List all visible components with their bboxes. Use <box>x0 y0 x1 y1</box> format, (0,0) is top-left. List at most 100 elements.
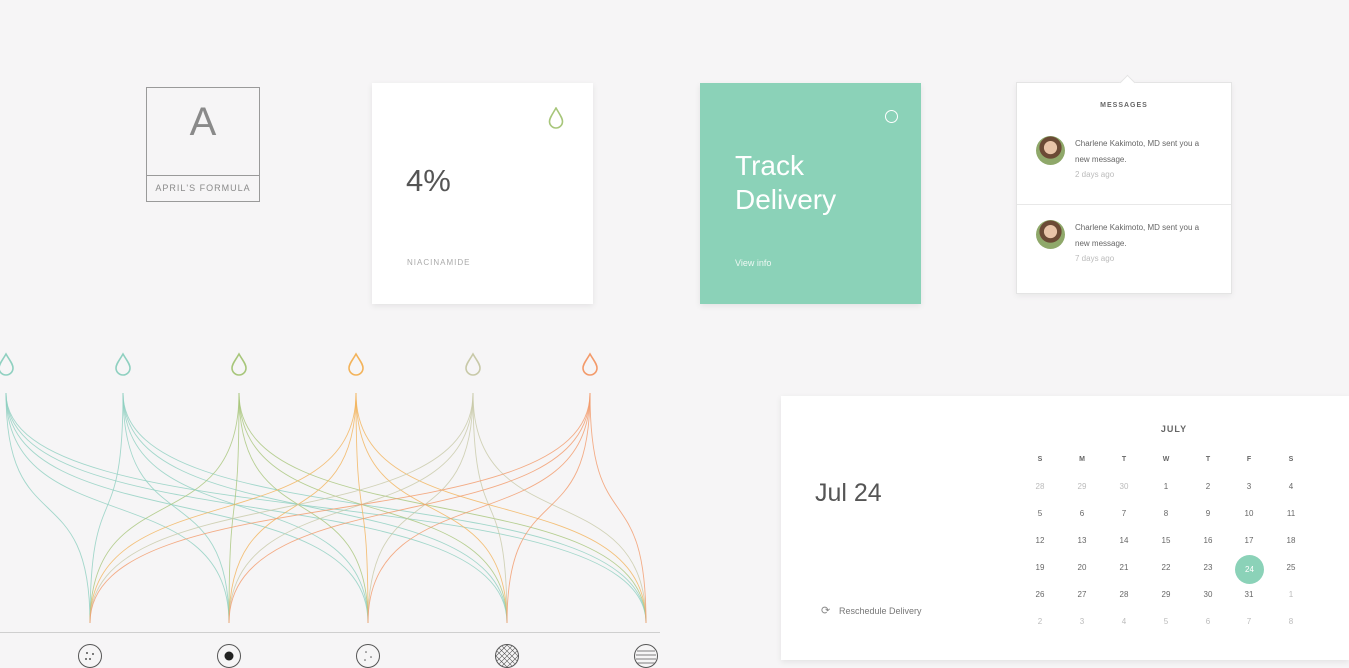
calendar-day[interactable]: 10 <box>1234 504 1264 524</box>
calendar-day[interactable]: 5 <box>1151 612 1181 632</box>
weekday-header: M <box>1079 456 1085 463</box>
calendar-day[interactable]: 7 <box>1109 504 1139 524</box>
connection-curve <box>122 392 369 624</box>
weekday-header: W <box>1162 456 1170 463</box>
calendar-day[interactable]: 2 <box>1025 612 1055 632</box>
drop-icon <box>582 352 598 376</box>
calendar-day[interactable]: 8 <box>1151 504 1181 524</box>
logo-caption: APRIL'S FORMULA <box>155 183 251 193</box>
message-item[interactable]: Charlene Kakimoto, MD sent you a new mes… <box>1017 220 1231 302</box>
calendar-month: JULY <box>1160 424 1188 434</box>
weekday-header: S <box>1037 456 1043 463</box>
refresh-icon: ⟳ <box>821 605 831 617</box>
calendar-day[interactable]: 19 <box>1025 558 1055 578</box>
drop-icon <box>115 352 131 376</box>
connection-curve <box>89 392 474 624</box>
messages-heading: MESSAGES <box>1100 102 1148 109</box>
calendar-day[interactable]: 16 <box>1193 531 1223 551</box>
calendar-day[interactable]: 14 <box>1109 531 1139 551</box>
dropdown-caret <box>1119 74 1136 91</box>
drop-icon <box>548 107 564 129</box>
message-text: Charlene Kakimoto, MD sent you a new mes… <box>1075 223 1200 248</box>
calendar-day[interactable]: 23 <box>1193 558 1223 578</box>
weekday-header: T <box>1205 456 1211 463</box>
calendar-day[interactable]: 21 <box>1109 558 1139 578</box>
baseline-divider <box>0 632 660 633</box>
ingredient-card[interactable]: 4% NIACINAMIDE <box>372 83 593 304</box>
calendar-day[interactable]: 28 <box>1109 585 1139 605</box>
calendar-day[interactable]: 7 <box>1234 612 1264 632</box>
logo-letter: A <box>189 100 217 144</box>
connection-curve <box>122 392 508 624</box>
target-icon <box>217 644 241 668</box>
message-time: 2 days ago <box>1075 170 1115 179</box>
calendar-day[interactable]: 30 <box>1193 585 1223 605</box>
calendar-day[interactable]: 2 <box>1193 477 1223 497</box>
ingredient-percentage: 4% <box>406 163 451 198</box>
ring-icon <box>885 110 898 123</box>
connection-curve <box>355 392 508 624</box>
avatar <box>1036 136 1065 165</box>
calendar-day[interactable]: 3 <box>1234 477 1264 497</box>
connection-curve <box>506 392 591 624</box>
delivery-calendar-card: Jul 24 ⟳ Reschedule Delivery JULY S M T W T F S… <box>781 396 1349 660</box>
calendar-day[interactable]: 4 <box>1109 612 1139 632</box>
calendar-day[interactable]: 17 <box>1234 531 1264 551</box>
calendar-day[interactable]: 5 <box>1025 504 1055 524</box>
ingredient-name: NIACINAMIDE <box>407 258 471 267</box>
calendar-day[interactable]: 22 <box>1151 558 1181 578</box>
drop-icon <box>231 352 247 376</box>
message-item[interactable]: Charlene Kakimoto, MD sent you a new mes… <box>1017 136 1231 218</box>
calendar-day[interactable]: 20 <box>1067 558 1097 578</box>
track-delivery-card[interactable]: Track Delivery View info <box>700 83 921 304</box>
connection-curve <box>367 392 591 624</box>
calendar-day[interactable]: 30 <box>1109 477 1139 497</box>
connection-curve <box>5 392 91 624</box>
weekday-header: S <box>1288 456 1294 463</box>
calendar-day[interactable]: 3 <box>1067 612 1097 632</box>
calendar-day[interactable]: 8 <box>1276 612 1306 632</box>
drop-icon <box>348 352 364 376</box>
avatar <box>1036 220 1065 249</box>
calendar-day[interactable]: 26 <box>1025 585 1055 605</box>
dotted-circle-icon <box>78 644 102 668</box>
calendar-day[interactable]: 1 <box>1276 585 1306 605</box>
calendar-day[interactable]: 6 <box>1067 504 1097 524</box>
calendar-day[interactable]: 27 <box>1067 585 1097 605</box>
calendar-day[interactable]: 25 <box>1276 558 1306 578</box>
calendar-day[interactable]: 6 <box>1193 612 1223 632</box>
track-delivery-title: Track Delivery <box>735 150 837 215</box>
drop-icon <box>0 352 14 376</box>
calendar-day[interactable]: 28 <box>1025 477 1055 497</box>
message-divider <box>1017 204 1231 205</box>
drop-icon <box>465 352 481 376</box>
sparse-dot-icon <box>356 644 380 668</box>
calendar-day[interactable]: 13 <box>1067 531 1097 551</box>
formula-logo: A APRIL'S FORMULA <box>146 87 260 202</box>
message-text: Charlene Kakimoto, MD sent you a new mes… <box>1075 139 1200 164</box>
calendar-day[interactable]: 12 <box>1025 531 1055 551</box>
connection-curve <box>122 392 230 624</box>
striped-circle-icon <box>634 644 658 668</box>
calendar-day[interactable]: 9 <box>1193 504 1223 524</box>
calendar-day[interactable]: 4 <box>1276 477 1306 497</box>
calendar-day[interactable]: 29 <box>1067 477 1097 497</box>
messages-dropdown: MESSAGES Charlene Kakimoto, MD sent you … <box>1016 74 1232 294</box>
connection-curve <box>122 392 647 624</box>
logo-divider <box>147 175 259 176</box>
reschedule-delivery-button[interactable]: ⟳ Reschedule Delivery <box>821 604 922 617</box>
calendar-day[interactable]: 18 <box>1276 531 1306 551</box>
calendar-day[interactable]: 29 <box>1151 585 1181 605</box>
weekday-header: T <box>1121 456 1127 463</box>
calendar-day[interactable]: 11 <box>1276 504 1306 524</box>
calendar-day[interactable]: 15 <box>1151 531 1181 551</box>
calendar-day[interactable]: 31 <box>1234 585 1264 605</box>
connection-curve <box>5 392 647 624</box>
view-info-link[interactable]: View info <box>735 258 771 268</box>
weekday-header: F <box>1246 456 1252 463</box>
calendar-day[interactable]: 1 <box>1151 477 1181 497</box>
connection-curve <box>228 392 474 624</box>
calendar-day-selected[interactable]: 24 <box>1235 555 1264 584</box>
delivery-date: Jul 24 <box>815 479 882 507</box>
message-time: 7 days ago <box>1075 254 1115 263</box>
